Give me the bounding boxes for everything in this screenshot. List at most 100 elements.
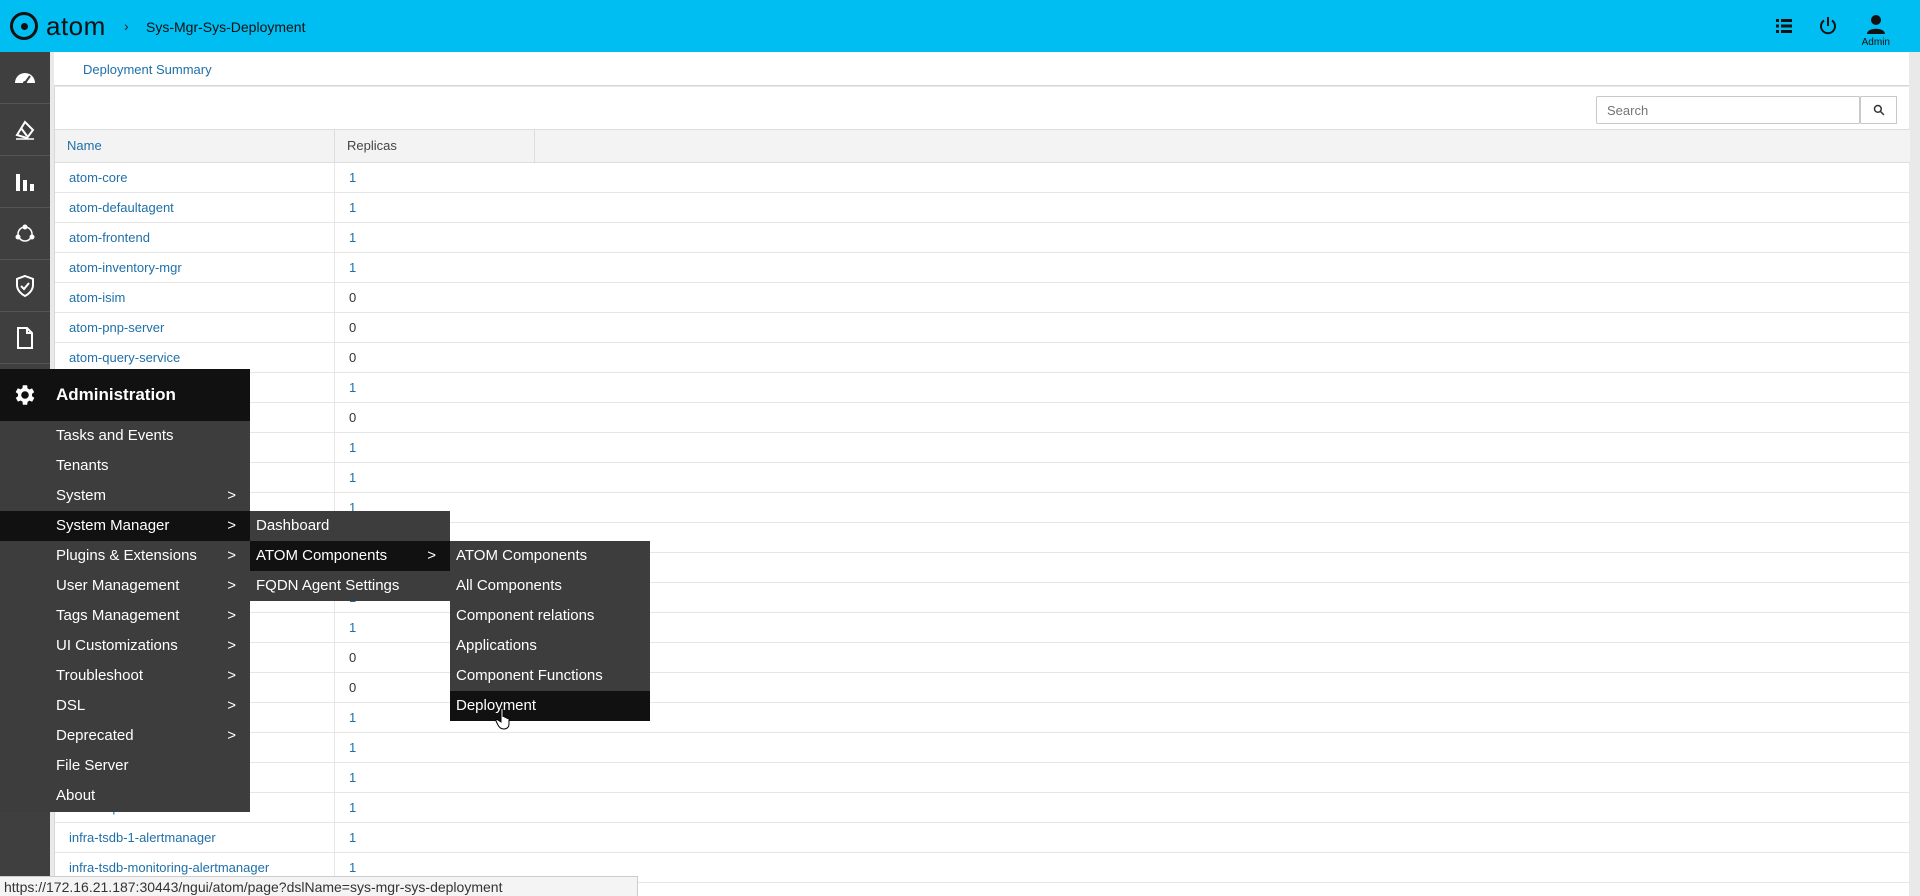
- table-row[interactable]: 1: [55, 613, 1910, 643]
- deployment-name-link[interactable]: atom-core: [55, 163, 335, 192]
- table-row[interactable]: 1: [55, 463, 1910, 493]
- rail-analytics[interactable]: [0, 156, 50, 208]
- submenu-item-label: Component relations: [456, 607, 595, 624]
- chevron-right-icon: >: [227, 517, 236, 534]
- menu-item-user-management[interactable]: User Management >: [0, 571, 250, 601]
- chevron-right-icon: >: [227, 577, 236, 594]
- chevron-right-icon: >: [427, 547, 436, 564]
- replicas-value: 1: [349, 440, 357, 455]
- gear-icon: [15, 385, 35, 405]
- menu-item-label: Troubleshoot: [56, 667, 143, 684]
- atom-logo-icon: [10, 12, 38, 40]
- deployment-name-link[interactable]: atom-query-service: [55, 343, 335, 372]
- submenu-item-label: ATOM Components: [256, 547, 388, 564]
- deployment-name-link[interactable]: atom-pnp-server: [55, 313, 335, 342]
- atom-components-submenu: ATOM Components All Components Component r…: [450, 541, 650, 721]
- table-row[interactable]: infra-sftp1: [55, 793, 1910, 823]
- submenu-item-atom-components[interactable]: ATOM Components >: [250, 541, 450, 571]
- menu-item-troubleshoot[interactable]: Troubleshoot >: [0, 661, 250, 691]
- replicas-value: 0: [349, 290, 357, 305]
- menu-item-label: Tasks and Events: [56, 427, 174, 444]
- tab-deployment-summary[interactable]: Deployment Summary: [83, 62, 212, 77]
- bar-chart-icon: [16, 173, 34, 191]
- table-row[interactable]: 0: [55, 673, 1910, 703]
- column-header-name[interactable]: Name: [55, 130, 335, 162]
- submenu-item-label: Dashboard: [256, 517, 330, 534]
- table-row[interactable]: 0: [55, 643, 1910, 673]
- menu-item-ui-customizations[interactable]: UI Customizations >: [0, 631, 250, 661]
- atom-logo[interactable]: atom: [10, 12, 106, 40]
- table-row[interactable]: 1: [55, 373, 1910, 403]
- rail-documents[interactable]: [0, 312, 50, 364]
- table-row[interactable]: atom-pnp-server 0: [55, 313, 1910, 343]
- chevron-right-icon: >: [227, 607, 236, 624]
- table-row[interactable]: atom-core 1: [55, 163, 1910, 193]
- rail-dashboard[interactable]: [0, 52, 50, 104]
- power-icon[interactable]: [1816, 14, 1840, 38]
- chevron-right-icon: >: [227, 487, 236, 504]
- speedometer-icon: [15, 72, 35, 85]
- search-input[interactable]: [1597, 97, 1859, 123]
- replicas-value: 1: [349, 170, 357, 185]
- deployment-name-link[interactable]: atom-isim: [55, 283, 335, 312]
- menu-item-plugins-extensions[interactable]: Plugins & Extensions >: [0, 541, 250, 571]
- table-row[interactable]: atom-isim 0: [55, 283, 1910, 313]
- replicas-value: 1: [349, 380, 357, 395]
- table-header: Name Replicas: [55, 129, 1910, 163]
- submenu-item-all-components[interactable]: All Components: [450, 571, 650, 601]
- menu-item-dsl[interactable]: DSL >: [0, 691, 250, 721]
- replicas-value: 1: [349, 260, 357, 275]
- submenu-item-label: ATOM Components: [456, 547, 588, 564]
- administration-menu-title: Administration: [56, 385, 176, 404]
- table-row[interactable]: 1: [55, 433, 1910, 463]
- submenu-item-dashboard[interactable]: Dashboard: [250, 511, 450, 541]
- deployment-name-link[interactable]: atom-frontend: [55, 223, 335, 252]
- table-row[interactable]: atom-frontend 1: [55, 223, 1910, 253]
- administration-menu: Administration Tasks and Events Tenants Sy…: [0, 369, 250, 812]
- hand-cursor-icon: [495, 707, 510, 730]
- search-box: [1596, 96, 1860, 124]
- deployment-name-link[interactable]: atom-defaultagent: [55, 193, 335, 222]
- replicas-value: 1: [349, 770, 357, 785]
- rail-topology[interactable]: [0, 208, 50, 260]
- submenu-item-component-relations[interactable]: Component relations: [450, 601, 650, 631]
- menu-item-label: DSL: [56, 697, 86, 714]
- submenu-item-applications[interactable]: Applications: [450, 631, 650, 661]
- menu-item-label: Tags Management: [56, 607, 180, 624]
- deployment-name-link[interactable]: atom-inventory-mgr: [55, 253, 335, 282]
- table-row[interactable]: 1: [55, 703, 1910, 733]
- table-row[interactable]: 1: [55, 733, 1910, 763]
- menu-item-deprecated[interactable]: Deprecated >: [0, 721, 250, 751]
- tab-bar: Deployment Summary: [54, 52, 1909, 86]
- column-header-replicas[interactable]: Replicas: [335, 130, 535, 162]
- menu-item-system-manager[interactable]: System Manager >: [0, 511, 250, 541]
- status-url-bar: https://172.16.21.187:30443/ngui/atom/pa…: [0, 876, 638, 896]
- table-row[interactable]: atom-query-service 0: [55, 343, 1910, 373]
- deployment-name-link[interactable]: infra-tsdb-1-alertmanager: [55, 823, 335, 852]
- menu-item-tenants[interactable]: Tenants: [0, 451, 250, 481]
- menu-item-label: Plugins & Extensions: [56, 547, 197, 564]
- menu-item-system[interactable]: System >: [0, 481, 250, 511]
- menu-item-file-server[interactable]: File Server: [0, 751, 250, 781]
- table-row[interactable]: 0: [55, 403, 1910, 433]
- replicas-value: 1: [349, 470, 357, 485]
- table-row[interactable]: atom-inventory-mgr 1: [55, 253, 1910, 283]
- table-row[interactable]: 1: [55, 763, 1910, 793]
- submenu-item-deployment[interactable]: Deployment: [450, 691, 650, 721]
- list-view-icon[interactable]: [1772, 14, 1796, 38]
- administration-menu-header[interactable]: Administration: [0, 369, 250, 421]
- submenu-item-component-functions[interactable]: Component Functions: [450, 661, 650, 691]
- user-avatar-icon[interactable]: [1864, 12, 1888, 36]
- menu-item-about[interactable]: About: [0, 781, 250, 811]
- rail-security[interactable]: [0, 260, 50, 312]
- rail-devices[interactable]: [0, 104, 50, 156]
- submenu-item-fqdn-agent-settings[interactable]: FQDN Agent Settings: [250, 571, 450, 601]
- menu-item-tags-management[interactable]: Tags Management >: [0, 601, 250, 631]
- submenu-item-atom-components[interactable]: ATOM Components: [450, 541, 650, 571]
- chevron-right-icon: >: [227, 667, 236, 684]
- table-row[interactable]: infra-tsdb-1-alertmanager 1: [55, 823, 1910, 853]
- search-button[interactable]: [1860, 96, 1897, 124]
- table-row[interactable]: atom-defaultagent 1: [55, 193, 1910, 223]
- menu-item-tasks-and-events[interactable]: Tasks and Events: [0, 421, 250, 451]
- replicas-value: 0: [349, 320, 357, 335]
